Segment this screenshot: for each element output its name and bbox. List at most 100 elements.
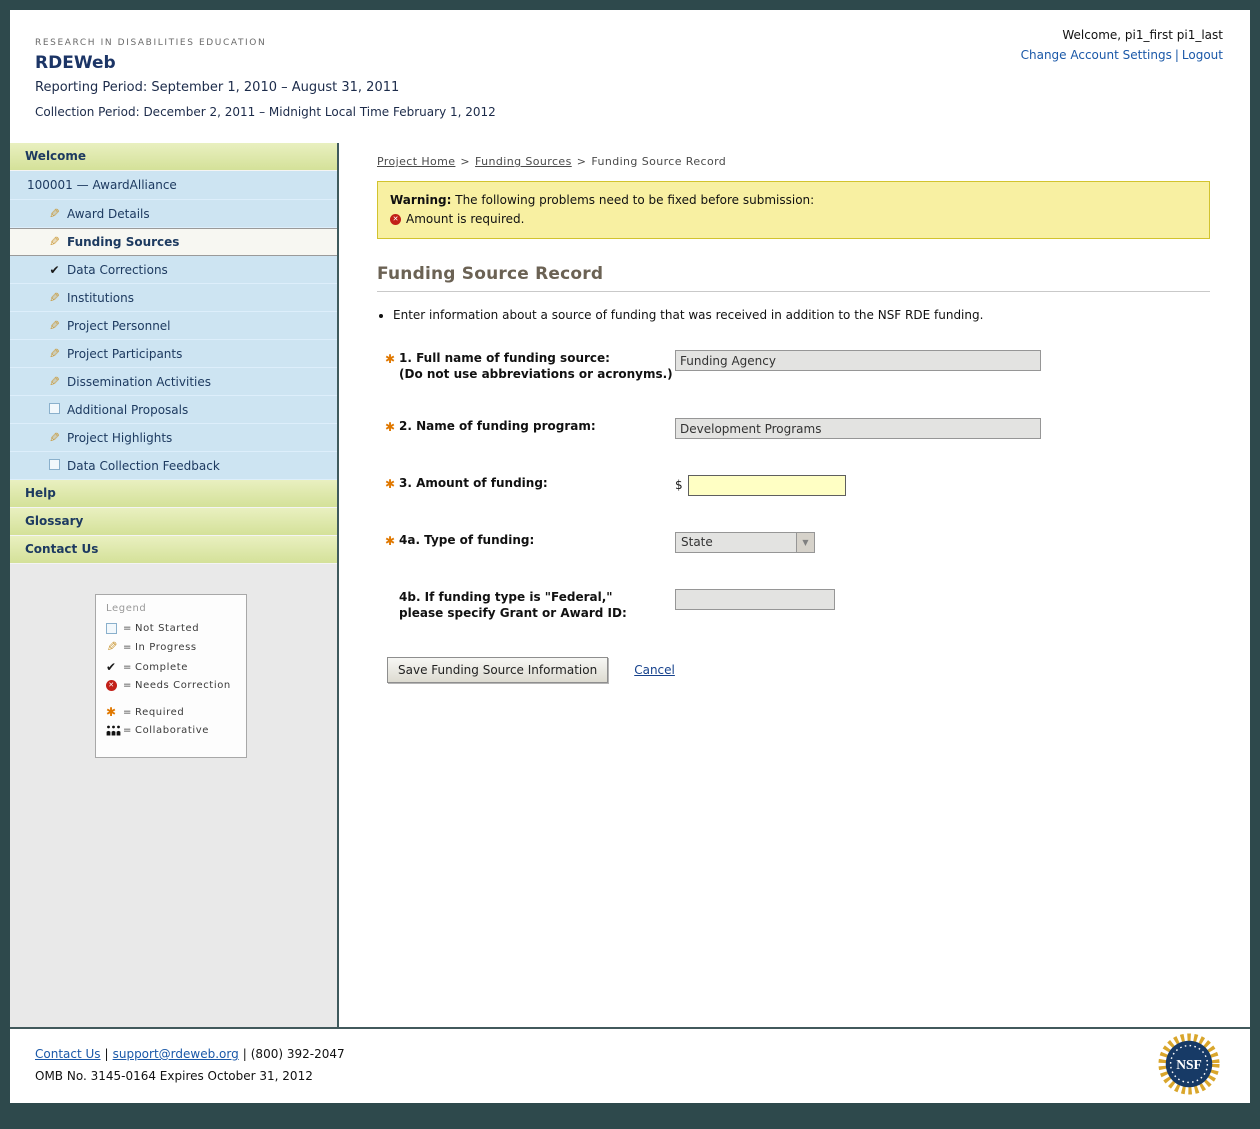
warning-error-line: Amount is required. (390, 210, 1197, 229)
legend: Legend = Not Started = In Progress = Com… (95, 594, 247, 758)
breadcrumb: Project Home > Funding Sources > Funding Sou… (377, 155, 1210, 168)
sidebar-item-project-highlights[interactable]: Project Highlights (10, 424, 337, 452)
field-label: 4a. Type of funding: (399, 532, 534, 549)
field-label: 1. Full name of funding source: (Do not … (399, 350, 673, 382)
pencil-icon (106, 641, 118, 654)
layout: Welcome 100001 — AwardAlliance Award Det… (10, 143, 1250, 1027)
sidebar-item-label: Data Collection Feedback (67, 459, 220, 473)
required-icon (385, 534, 395, 548)
legend-label: Not Started (135, 623, 199, 634)
legend-item-complete: = Complete (106, 661, 236, 673)
sidebar-item-project-personnel[interactable]: Project Personnel (10, 312, 337, 340)
grant-id-input[interactable] (675, 589, 835, 610)
error-icon (390, 214, 401, 225)
pencil-icon (49, 348, 60, 361)
footer-contact-line: Contact Us|support@rdeweb.org|(800) 392-… (35, 1047, 1223, 1061)
save-button[interactable]: Save Funding Source Information (387, 657, 608, 683)
sidebar-item-label: Additional Proposals (67, 403, 188, 417)
breadcrumb-project-home[interactable]: Project Home (377, 155, 455, 168)
breadcrumb-current: Funding Source Record (591, 155, 726, 168)
field-label: 2. Name of funding program: (399, 418, 596, 435)
intro-list: Enter information about a source of fund… (393, 308, 1210, 322)
main-content: Project Home > Funding Sources > Funding Sou… (339, 143, 1250, 1027)
change-account-settings-link[interactable]: Change Account Settings (1021, 48, 1172, 62)
sidebar-item-help[interactable]: Help (10, 480, 337, 508)
sidebar-item-dissemination-activities[interactable]: Dissemination Activities (10, 368, 337, 396)
legend-item-in-progress: = In Progress (106, 641, 236, 654)
sidebar-item-label: Institutions (67, 291, 134, 305)
nsf-logo-text: NSF (1176, 1057, 1202, 1072)
sidebar-item-label: Award Details (67, 207, 150, 221)
legend-item-needs-correction: = Needs Correction (106, 680, 236, 691)
sidebar-item-label: Project Personnel (67, 319, 171, 333)
pencil-icon (49, 208, 60, 221)
sidebar-item-contact-us[interactable]: Contact Us (10, 536, 337, 564)
sidebar-item-award-details[interactable]: Award Details (10, 200, 337, 228)
legend-label: Complete (135, 662, 188, 673)
chevron-down-icon: ▼ (796, 533, 814, 552)
footer-contact-link[interactable]: Contact Us (35, 1047, 101, 1061)
page-title-wrap: Funding Source Record (377, 264, 1210, 292)
pencil-icon (49, 432, 60, 445)
breadcrumb-separator: > (460, 155, 470, 168)
header: RESEARCH IN DISABILITIES EDUCATION RDEWe… (10, 10, 1250, 143)
field-label: 3. Amount of funding: (399, 475, 548, 492)
required-icon (385, 352, 395, 366)
checkbox-icon (106, 623, 117, 634)
form-row-grant-id: 4b. If funding type is "Federal," please… (385, 589, 1210, 621)
error-icon (106, 680, 117, 691)
legend-item-required: = Required (106, 706, 236, 718)
sidebar-item-label: Funding Sources (67, 235, 179, 249)
dollar-sign: $ (675, 475, 683, 492)
sidebar-item-label: Project Participants (67, 347, 182, 361)
sidebar-item-data-corrections[interactable]: Data Corrections (10, 256, 337, 284)
funding-source-form: 1. Full name of funding source: (Do not … (377, 350, 1210, 683)
check-icon (49, 263, 59, 277)
sidebar-item-funding-sources[interactable]: Funding Sources (10, 228, 337, 256)
nsf-logo: NSF (1158, 1033, 1220, 1098)
sidebar-item-project-participants[interactable]: Project Participants (10, 340, 337, 368)
funding-source-name-input[interactable] (675, 350, 1041, 371)
required-icon (385, 477, 395, 491)
legend-label: In Progress (135, 642, 197, 653)
funding-program-input[interactable] (675, 418, 1041, 439)
sidebar-item-label: Project Highlights (67, 431, 172, 445)
legend-title: Legend (106, 603, 236, 614)
legend-item-not-started: = Not Started (106, 623, 236, 634)
cancel-link[interactable]: Cancel (634, 663, 675, 677)
sidebar-item-data-collection-feedback[interactable]: Data Collection Feedback (10, 452, 337, 480)
warning-message: Warning: The following problems need to … (390, 191, 1197, 210)
required-icon (106, 706, 117, 718)
breadcrumb-separator: > (577, 155, 587, 168)
checkbox-icon (49, 403, 60, 414)
sidebar-item-additional-proposals[interactable]: Additional Proposals (10, 396, 337, 424)
warning-box: Warning: The following problems need to … (377, 181, 1210, 239)
footer-phone: (800) 392-2047 (251, 1047, 345, 1061)
sidebar-item-glossary[interactable]: Glossary (10, 508, 337, 536)
warning-title: Warning: (390, 193, 451, 207)
logout-link[interactable]: Logout (1182, 48, 1223, 62)
form-row-amount: 3. Amount of funding: $ (385, 475, 1210, 496)
amount-input[interactable] (688, 475, 846, 496)
people-icon (106, 725, 121, 736)
pencil-icon (49, 292, 60, 305)
pencil-icon (49, 236, 60, 249)
footer-email-link[interactable]: support@rdeweb.org (113, 1047, 239, 1061)
sidebar-item-award[interactable]: 100001 — AwardAlliance (10, 171, 337, 200)
sidebar: Welcome 100001 — AwardAlliance Award Det… (10, 143, 339, 1027)
funding-type-value: State (676, 533, 796, 552)
breadcrumb-funding-sources[interactable]: Funding Sources (475, 155, 572, 168)
field-label: 4b. If funding type is "Federal," please… (399, 589, 627, 621)
funding-type-select[interactable]: State ▼ (675, 532, 815, 553)
footer: Contact Us|support@rdeweb.org|(800) 392-… (10, 1027, 1250, 1123)
check-icon (106, 661, 117, 673)
header-user-area: Welcome, pi1_first pi1_last Change Accou… (1021, 28, 1223, 62)
sidebar-item-welcome[interactable]: Welcome (10, 143, 337, 171)
form-row-funding-program: 2. Name of funding program: (385, 418, 1210, 439)
pencil-icon (49, 376, 60, 389)
page-title: Funding Source Record (377, 264, 1210, 284)
reporting-period: Reporting Period: September 1, 2010 – Au… (35, 80, 1223, 95)
sidebar-item-institutions[interactable]: Institutions (10, 284, 337, 312)
footer-omb: OMB No. 3145-0164 Expires October 31, 20… (35, 1069, 1223, 1083)
page: RESEARCH IN DISABILITIES EDUCATION RDEWe… (10, 10, 1250, 1103)
